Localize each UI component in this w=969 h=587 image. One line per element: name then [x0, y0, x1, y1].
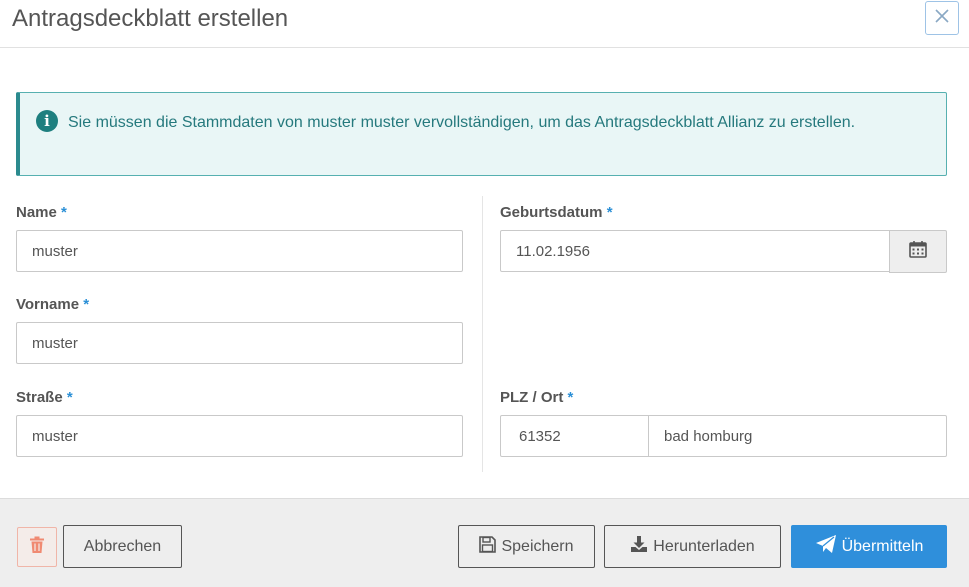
info-message: Sie müssen die Stammdaten von muster mus…: [68, 114, 856, 131]
cancel-button[interactable]: Abbrechen: [63, 525, 182, 568]
save-button[interactable]: Speichern: [458, 525, 595, 568]
delete-button[interactable]: [17, 527, 57, 567]
name-input[interactable]: muster: [16, 230, 463, 272]
strasse-label: Straße *: [16, 389, 73, 406]
dialog-header: Antragsdeckblatt erstellen: [0, 0, 969, 48]
paper-plane-icon: [815, 534, 837, 559]
plz-ort-label: PLZ / Ort *: [500, 389, 574, 406]
required-marker: *: [83, 296, 90, 313]
vorname-input[interactable]: muster: [16, 322, 463, 364]
required-marker: *: [61, 204, 67, 221]
column-divider: [482, 196, 483, 472]
trash-icon: [29, 536, 45, 559]
submit-label: Übermitteln: [841, 537, 924, 555]
vorname-label: Vorname *: [16, 296, 90, 313]
required-marker: *: [606, 204, 613, 221]
strasse-input[interactable]: muster: [16, 415, 463, 457]
close-button[interactable]: [925, 1, 959, 35]
dialog-title: Antragsdeckblatt erstellen: [12, 5, 289, 32]
name-label: Name *: [16, 204, 67, 221]
floppy-disk-icon: [479, 535, 497, 558]
info-alert: i Sie müssen die Stammdaten von muster m…: [16, 92, 947, 176]
calendar-button[interactable]: [889, 230, 947, 273]
plz-input[interactable]: 61352: [500, 415, 649, 457]
required-marker: *: [567, 389, 574, 406]
calendar-icon: [908, 239, 928, 264]
ort-input[interactable]: bad homburg: [648, 415, 947, 457]
geburtsdatum-input[interactable]: 11.02.1956: [500, 230, 890, 272]
download-icon: [630, 535, 648, 558]
close-icon: [933, 7, 951, 30]
required-marker: *: [66, 389, 73, 406]
info-icon: i: [36, 110, 58, 132]
download-label: Herunterladen: [653, 537, 755, 555]
cancel-label: Abbrechen: [83, 537, 162, 555]
download-button[interactable]: Herunterladen: [604, 525, 781, 568]
geburtsdatum-label: Geburtsdatum *: [500, 204, 613, 221]
submit-button[interactable]: Übermitteln: [791, 525, 947, 568]
save-label: Speichern: [501, 537, 574, 555]
